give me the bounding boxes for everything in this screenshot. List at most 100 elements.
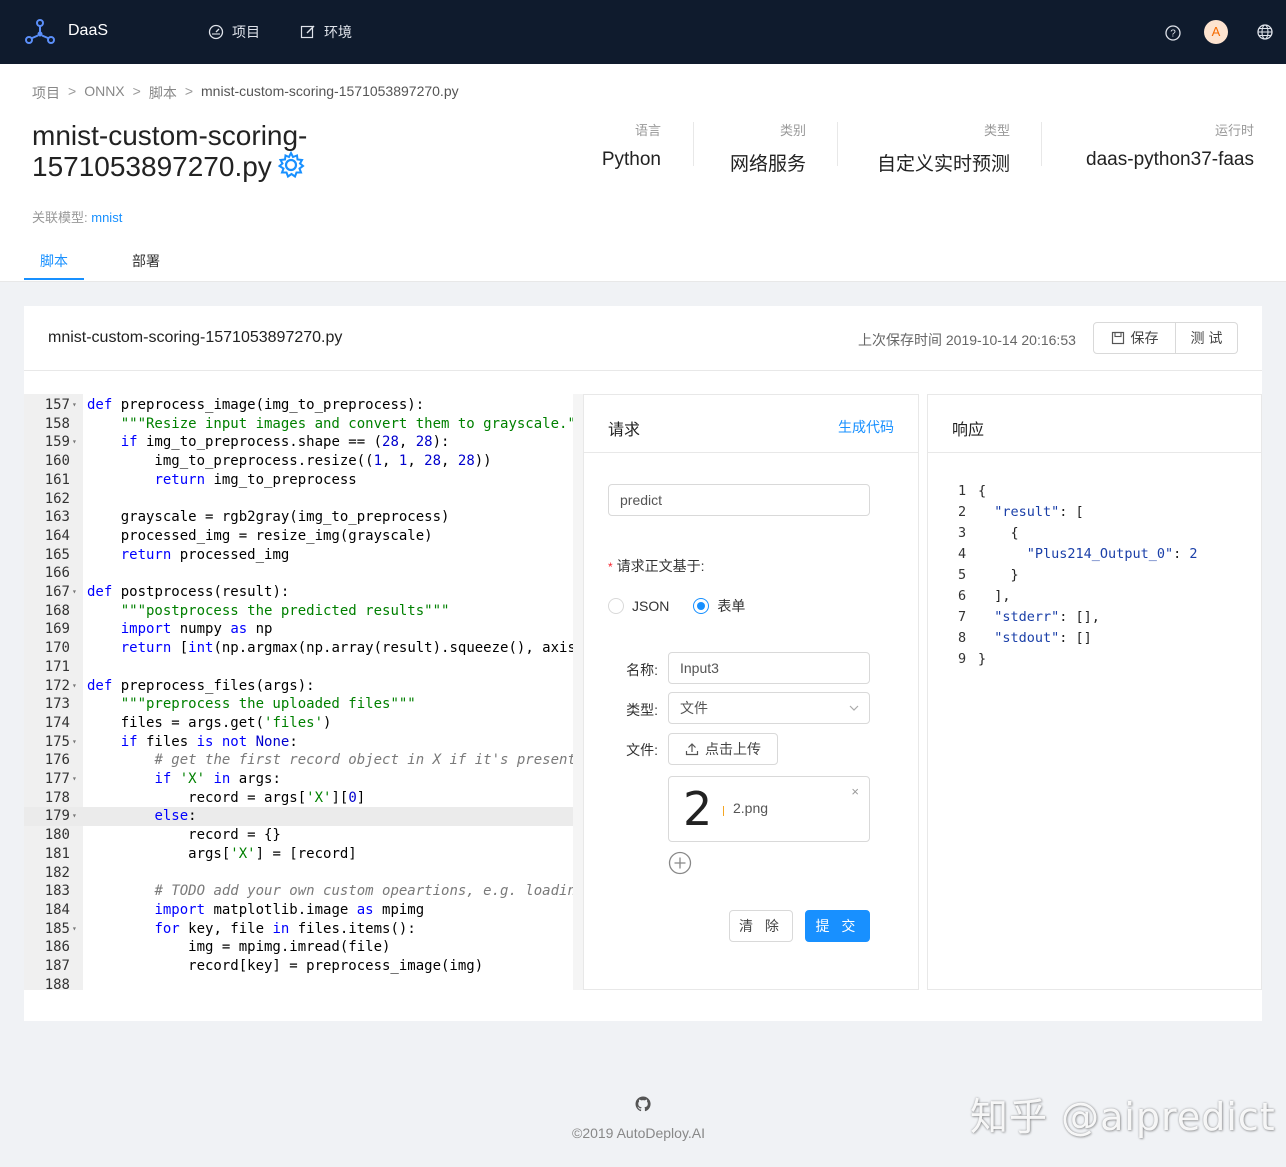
code-line[interactable]: 176 # get the first record object in X i… xyxy=(24,751,573,770)
nav-item-projects[interactable]: 项目 xyxy=(208,22,260,42)
code-line[interactable]: 181 args['X'] = [record] xyxy=(24,845,573,864)
code-line[interactable]: 186 img = mpimg.imread(file) xyxy=(24,938,573,957)
code-text: # get the first record object in X if it… xyxy=(154,752,573,769)
footer-copyright: ©2019 AutoDeploy.AI xyxy=(572,1125,706,1141)
code-line[interactable]: 162 xyxy=(24,490,573,509)
code-line[interactable]: 160 img_to_preprocess.resize((1, 1, 28, … xyxy=(24,452,573,471)
test-button[interactable]: 测 试 xyxy=(1176,322,1238,354)
save-button[interactable]: 保存 xyxy=(1093,322,1176,354)
remove-file-icon[interactable]: × xyxy=(851,784,859,799)
clear-button[interactable]: 清 除 xyxy=(729,910,793,942)
response-panel: 响应 1{2 "result": [3 {4 "Plus214_Output_0… xyxy=(927,394,1262,990)
response-line-number: 5 xyxy=(958,567,967,583)
code-line[interactable]: 174 files = args.get('files') xyxy=(24,714,573,733)
fold-arrow-icon[interactable]: ▾ xyxy=(72,677,77,696)
name-input[interactable]: Input3 xyxy=(668,652,870,684)
help-icon[interactable]: ? xyxy=(1164,24,1182,42)
brand-name[interactable]: DaaS xyxy=(68,22,108,40)
code-line[interactable]: 182 xyxy=(24,864,573,883)
line-number: 174 xyxy=(44,714,70,731)
code-line[interactable]: 163 grayscale = rgb2gray(img_to_preproce… xyxy=(24,508,573,527)
code-text: def preprocess_image(img_to_preprocess): xyxy=(87,397,425,413)
code-line[interactable]: 169 import numpy as np xyxy=(24,620,573,639)
svg-text:?: ? xyxy=(1170,29,1176,40)
globe-icon[interactable] xyxy=(1256,23,1274,41)
fold-arrow-icon[interactable]: ▾ xyxy=(72,807,77,826)
endpoint-input[interactable]: predict xyxy=(608,484,870,516)
settings-gear-icon[interactable] xyxy=(276,150,306,180)
code-line[interactable]: 170 return [int(np.argmax(np.array(resul… xyxy=(24,639,573,658)
file-field-label: 文件: xyxy=(626,742,658,758)
code-line[interactable]: 178 record = args['X'][0] xyxy=(24,789,573,808)
nav-item-environments[interactable]: 环境 xyxy=(300,22,352,42)
nav-label-projects: 项目 xyxy=(232,24,260,40)
fold-arrow-icon[interactable]: ▾ xyxy=(72,733,77,752)
code-line[interactable]: 183 # TODO add your own custom opeartion… xyxy=(24,882,573,901)
code-line[interactable]: 185 ▾ for key, file in files.items(): xyxy=(24,920,573,939)
line-number: 164 xyxy=(44,527,70,544)
code-text: return [int(np.argmax(np.array(result).s… xyxy=(120,640,573,657)
code-line[interactable]: 187 record[key] = preprocess_image(img) xyxy=(24,957,573,976)
line-number: 187 xyxy=(44,958,70,974)
code-line[interactable]: 180 record = {} xyxy=(24,826,573,845)
code-line[interactable]: 172 ▾ def preprocess_files(args): xyxy=(24,677,573,696)
code-editor[interactable]: 157 ▾ def preprocess_image(img_to_preproce… xyxy=(24,394,573,990)
code-line[interactable]: 165 return processed_img xyxy=(24,546,573,565)
tab-script[interactable]: 脚本 xyxy=(40,251,68,271)
code-text: """postprocess the predicted results""" xyxy=(120,602,450,619)
fold-arrow-icon[interactable]: ▾ xyxy=(72,920,77,939)
related-model: 关联模型: mnist xyxy=(32,207,122,226)
fold-arrow-icon[interactable]: ▾ xyxy=(72,433,77,452)
daas-logo-icon[interactable] xyxy=(24,18,56,46)
code-line[interactable]: 168 """postprocess the predicted results… xyxy=(24,602,573,621)
response-line-number: 2 xyxy=(958,504,967,520)
response-line: 7 "stderr": [], xyxy=(958,607,1100,628)
active-tab-indicator xyxy=(24,278,84,280)
line-number: 181 xyxy=(44,845,70,862)
line-number: 159 xyxy=(44,434,70,451)
code-line[interactable]: 188 xyxy=(24,976,573,990)
radio-json-label[interactable]: JSON xyxy=(632,598,669,614)
code-line[interactable]: 164 processed_img = resize_img(grayscale… xyxy=(24,527,573,546)
breadcrumb-item[interactable]: ONNX xyxy=(84,83,124,103)
code-line[interactable]: 173 """preprocess the uploaded files""" xyxy=(24,695,573,714)
file-name[interactable]: 2.png xyxy=(733,800,768,816)
fold-arrow-icon[interactable]: ▾ xyxy=(72,396,77,415)
upload-button-label: 点击上传 xyxy=(705,741,761,757)
code-line[interactable]: 157 ▾ def preprocess_image(img_to_preproce… xyxy=(24,396,573,415)
line-number: 171 xyxy=(44,658,70,675)
line-number: 176 xyxy=(44,752,70,769)
nav-label-environments: 环境 xyxy=(324,24,352,40)
radio-json[interactable] xyxy=(608,598,624,614)
line-number: 169 xyxy=(44,621,70,638)
related-model-link[interactable]: mnist xyxy=(91,210,122,225)
code-line[interactable]: 171 xyxy=(24,658,573,677)
upload-button[interactable]: 点击上传 xyxy=(668,733,778,765)
line-number: 167 xyxy=(44,584,70,600)
code-line[interactable]: 166 xyxy=(24,564,573,583)
code-line[interactable]: 177 ▾ if 'X' in args: xyxy=(24,770,573,789)
generate-code-link[interactable]: 生成代码 xyxy=(838,417,894,437)
code-line[interactable]: 184 import matplotlib.image as mpimg xyxy=(24,901,573,920)
code-line[interactable]: 158 """Resize input images and convert t… xyxy=(24,415,573,434)
breadcrumb-item[interactable]: 项目 xyxy=(32,83,60,103)
editor-scrollbar[interactable] xyxy=(573,394,583,990)
github-icon[interactable] xyxy=(635,1096,651,1112)
avatar[interactable]: A xyxy=(1204,20,1228,44)
tab-deploy[interactable]: 部署 xyxy=(132,251,160,271)
add-circle-icon[interactable] xyxy=(668,851,692,875)
type-select[interactable]: 文件 xyxy=(668,692,870,724)
breadcrumb-item[interactable]: 脚本 xyxy=(149,83,177,103)
fold-arrow-icon[interactable]: ▾ xyxy=(72,770,77,789)
code-line[interactable]: 161 return img_to_preprocess xyxy=(24,471,573,490)
fold-arrow-icon[interactable]: ▾ xyxy=(72,583,77,602)
submit-button[interactable]: 提 交 xyxy=(805,910,870,942)
line-number: 183 xyxy=(44,883,70,900)
code-line[interactable]: 175 ▾ if files is not None: xyxy=(24,733,573,752)
code-line[interactable]: 167 ▾ def postprocess(result): xyxy=(24,583,573,602)
code-line[interactable]: 159 ▾ if img_to_preprocess.shape == (28, … xyxy=(24,433,573,452)
radio-form-label[interactable]: 表单 xyxy=(717,596,745,616)
code-line[interactable]: 179 ▾ else: xyxy=(24,807,573,827)
line-number: 168 xyxy=(44,602,70,619)
radio-form[interactable] xyxy=(693,598,710,614)
